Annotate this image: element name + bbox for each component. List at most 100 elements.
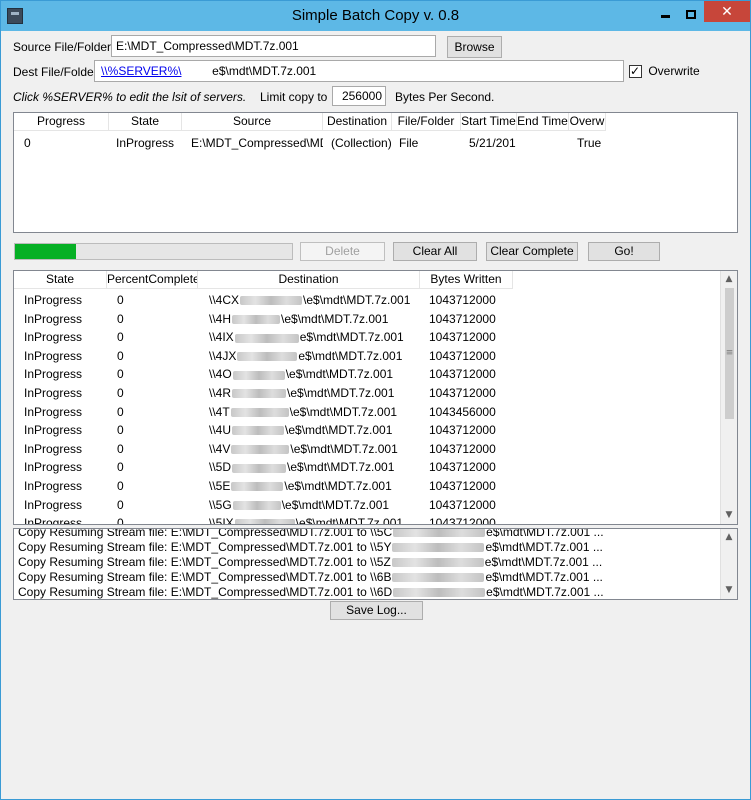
- jobs-list[interactable]: Progress State Source Destination File/F…: [13, 112, 738, 233]
- transfer-row[interactable]: InProgress 0 \\4O \e$\mdt\MDT.7z.001 1043712…: [14, 365, 720, 384]
- limit-field[interactable]: 256000: [332, 86, 386, 106]
- scroll-up-icon[interactable]: ▲: [721, 271, 737, 288]
- delete-button[interactable]: Delete: [300, 242, 385, 261]
- transfers-scrollbar[interactable]: ▲ ≡ ▼: [720, 271, 737, 524]
- close-button[interactable]: ✕: [704, 1, 750, 22]
- transfer-row[interactable]: InProgress 0 \\4JX e$\mdt\MDT.7z.001 1043712…: [14, 347, 720, 366]
- transfer-percent: 0: [117, 348, 124, 363]
- log-prefix: Copy Resuming Stream file: E:\MDT_Compre…: [18, 570, 392, 584]
- transfer-row[interactable]: InProgress 0 \\5E \e$\mdt\MDT.7z.001 1043712…: [14, 477, 720, 496]
- job-row[interactable]: 0 InProgress E:\MDT_Compressed\MDT (Coll…: [14, 134, 606, 152]
- dest-field[interactable]: \\%SERVER%\ e$\mdt\MDT.7z.001: [94, 60, 624, 82]
- log-line: Copy Resuming Stream file: E:\MDT_Compre…: [14, 529, 720, 540]
- transfer-row[interactable]: InProgress 0 \\4CX \e$\mdt\MDT.7z.001 104371…: [14, 291, 720, 310]
- transfers-header: State PercentComplete Destination Bytes …: [14, 271, 513, 289]
- scroll-down-icon[interactable]: ▼: [721, 507, 737, 524]
- destination-path: \e$\mdt\MDT.7z.001: [290, 441, 398, 456]
- destination-path: \e$\mdt\MDT.7z.001: [287, 460, 395, 475]
- minimize-button[interactable]: [652, 1, 678, 22]
- destination-server-prefix: \\5IX: [209, 516, 234, 525]
- transfer-state: InProgress: [24, 497, 83, 512]
- transfer-row[interactable]: InProgress 0 \\4R \e$\mdt\MDT.7z.001 1043712…: [14, 384, 720, 403]
- transfers-list[interactable]: State PercentComplete Destination Bytes …: [13, 270, 738, 525]
- jobs-col-source[interactable]: Source: [182, 113, 323, 131]
- source-field[interactable]: E:\MDT_Compressed\MDT.7z.001: [111, 35, 436, 57]
- transfer-percent: 0: [117, 516, 124, 525]
- transfer-percent: 0: [117, 330, 124, 345]
- transfers-col-percent[interactable]: PercentComplete: [107, 271, 198, 289]
- clear-all-button[interactable]: Clear All: [393, 242, 477, 261]
- transfer-bytes: 1043712000: [429, 311, 496, 326]
- job-progress: 0: [24, 136, 31, 150]
- transfer-state: InProgress: [24, 516, 83, 525]
- log-line: Copy Resuming Stream file: E:\MDT_Compre…: [14, 585, 720, 599]
- transfer-bytes: 1043712000: [429, 441, 496, 456]
- log-scroll-up-icon[interactable]: ▲: [721, 529, 737, 546]
- destination-path: \e$\mdt\MDT.7z.001: [285, 367, 394, 382]
- overwrite-checkbox[interactable]: ✓: [629, 64, 642, 79]
- destination-server-prefix: \\4IX: [209, 330, 234, 345]
- destination-server-prefix: \\4O: [209, 367, 232, 382]
- job-start-time: 5/21/201: [469, 136, 516, 150]
- save-log-button[interactable]: Save Log...: [330, 601, 423, 620]
- transfer-bytes: 1043712000: [429, 516, 496, 525]
- log-prefix: Copy Resuming Stream file: E:\MDT_Compre…: [18, 585, 393, 599]
- transfer-state: InProgress: [24, 423, 83, 438]
- window-title: Simple Batch Copy v. 0.8: [291, 7, 460, 24]
- transfer-row[interactable]: InProgress 0 \\5G \e$\mdt\MDT.7z.001 1043712…: [14, 496, 720, 515]
- transfer-row[interactable]: InProgress 0 \\4T \e$\mdt\MDT.7z.001 1043456…: [14, 403, 720, 422]
- transfer-row[interactable]: InProgress 0 \\5D \e$\mdt\MDT.7z.001 1043712…: [14, 458, 720, 477]
- transfer-row[interactable]: InProgress 0 \\4U \e$\mdt\MDT.7z.001 1043712…: [14, 421, 720, 440]
- server-link[interactable]: \\%SERVER%\: [101, 64, 181, 78]
- transfer-row[interactable]: InProgress 0 \\4H \e$\mdt\MDT.7z.001 1043712…: [14, 310, 720, 329]
- jobs-header: Progress State Source Destination File/F…: [14, 113, 606, 131]
- transfer-bytes: 1043712000: [429, 293, 496, 307]
- transfer-percent: 0: [117, 311, 124, 326]
- transfers-col-bytes[interactable]: Bytes Written: [420, 271, 513, 289]
- transfers-col-destination[interactable]: Destination: [198, 271, 420, 289]
- scroll-thumb[interactable]: ≡: [725, 288, 734, 419]
- transfer-state: InProgress: [24, 404, 83, 419]
- jobs-col-start-time[interactable]: Start Time: [461, 113, 517, 131]
- jobs-col-file-folder[interactable]: File/Folder: [392, 113, 461, 131]
- transfer-destination: \\4O \e$\mdt\MDT.7z.001: [198, 365, 420, 384]
- jobs-col-state[interactable]: State: [109, 113, 182, 131]
- destination-server-prefix: \\5E: [209, 478, 231, 493]
- transfer-state: InProgress: [24, 385, 83, 400]
- destination-path: \e$\mdt\MDT.7z.001: [281, 497, 390, 512]
- destination-path: \e$\mdt\MDT.7z.001: [303, 293, 411, 307]
- log-scroll-down-icon[interactable]: ▼: [721, 582, 737, 599]
- overwrite-option[interactable]: ✓ Overwrite: [629, 64, 700, 79]
- redacted-server-name: [232, 500, 281, 510]
- dest-label: Dest File/Folder:: [13, 65, 102, 79]
- title-bar[interactable]: Simple Batch Copy v. 0.8 ✕: [1, 1, 750, 31]
- log-prefix: Copy Resuming Stream file: E:\MDT_Compre…: [18, 540, 392, 554]
- clear-complete-button[interactable]: Clear Complete: [486, 242, 578, 261]
- transfers-col-state[interactable]: State: [14, 271, 107, 289]
- go-button[interactable]: Go!: [588, 242, 660, 261]
- dest-value: e$\mdt\MDT.7z.001: [212, 64, 317, 78]
- grip-icon: ≡: [725, 348, 734, 358]
- transfer-percent: 0: [117, 293, 124, 307]
- log-box[interactable]: Copy Resuming Stream file: E:\MDT_Compre…: [13, 528, 738, 600]
- log-scrollbar[interactable]: ▲ ▼: [720, 529, 737, 599]
- jobs-col-end-time[interactable]: End Time: [517, 113, 569, 131]
- transfer-row[interactable]: InProgress 0 \\4V \e$\mdt\MDT.7z.001 1043712…: [14, 440, 720, 459]
- transfer-bytes: 1043712000: [429, 423, 496, 438]
- transfer-percent: 0: [117, 385, 124, 400]
- redacted-server-name: [231, 445, 290, 455]
- transfer-state: InProgress: [24, 478, 83, 493]
- limit-unit: Bytes Per Second.: [395, 90, 495, 104]
- transfer-bytes: 1043712000: [429, 460, 496, 475]
- transfer-row[interactable]: InProgress 0 \\4IX e$\mdt\MDT.7z.001 1043712…: [14, 328, 720, 347]
- destination-path: \e$\mdt\MDT.7z.001: [287, 385, 395, 400]
- redacted-server-name: [393, 588, 486, 598]
- browse-button[interactable]: Browse: [447, 36, 502, 58]
- transfer-row[interactable]: InProgress 0 \\5IX \e$\mdt\MDT.7z.001 104371…: [14, 514, 720, 525]
- destination-server-prefix: \\4CX: [209, 293, 240, 307]
- maximize-button[interactable]: [678, 1, 704, 22]
- jobs-col-destination[interactable]: Destination: [323, 113, 392, 131]
- transfer-bytes: 1043712000: [429, 478, 496, 493]
- jobs-col-progress[interactable]: Progress: [14, 113, 109, 131]
- jobs-col-overwrite[interactable]: Overw: [569, 113, 606, 131]
